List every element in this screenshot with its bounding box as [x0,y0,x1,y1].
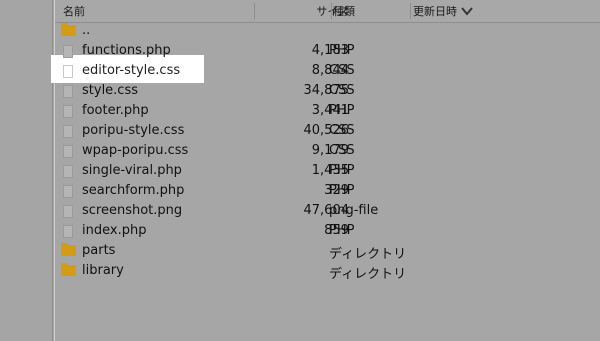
file-name: functions.php [82,43,171,58]
file-type: png-file [329,203,379,218]
list-item[interactable]: screenshot.png 47,604 png-file [55,202,600,222]
list-item[interactable]: index.php 859 PHP [55,222,600,242]
file-name: parts [82,243,116,258]
file-type: PHP [329,43,355,58]
folder-icon [61,243,76,256]
list-item[interactable]: functions.php 4,183 PHP [55,42,600,62]
chevron-down-icon[interactable] [460,4,474,18]
list-item-selected[interactable]: editor-style.css 8,844 CSS [55,62,600,82]
folder-icon [61,23,76,36]
list-item[interactable]: wpap-poripu.css 9,179 CSS [55,142,600,162]
file-type: CSS [329,143,355,158]
file-type: CSS [329,123,355,138]
list-item[interactable]: style.css 34,875 CSS [55,82,600,102]
file-name: style.css [82,83,138,98]
file-icon [63,45,73,58]
file-type: ディレクトリ [329,267,407,282]
list-item[interactable]: poripu-style.css 40,526 CSS [55,122,600,142]
file-name: searchform.php [82,183,185,198]
list-item[interactable]: library ディレクトリ [55,262,600,282]
file-name: single-viral.php [82,163,182,178]
file-name: .. [82,23,91,38]
list-item[interactable]: footer.php 3,441 PHP [55,102,600,122]
file-list-pane: 名前 サイズ 種類 更新日時 .. functions.php 4,183 PH… [51,0,600,341]
list-item[interactable]: single-viral.php 1,435 PHP [55,162,600,182]
file-name: footer.php [82,103,149,118]
file-name: library [82,263,124,278]
file-name: wpap-poripu.css [82,143,189,158]
column-header-date[interactable]: 更新日時 [413,0,457,22]
column-separator[interactable] [331,3,332,19]
file-type: PHP [329,163,355,178]
left-pane [0,0,53,341]
file-icon [63,85,73,98]
file-icon [63,125,73,138]
file-type: CSS [329,83,355,98]
file-type: PHP [329,223,355,238]
file-name: screenshot.png [82,203,183,218]
column-header: 名前 サイズ 種類 更新日時 [55,0,600,23]
list-item-parent[interactable]: .. [55,22,600,42]
file-type: PHP [329,183,355,198]
file-icon [63,105,73,118]
list-item[interactable]: searchform.php 329 PHP [55,182,600,202]
file-icon [63,145,73,158]
column-header-name[interactable]: 名前 [63,0,85,22]
file-type: CSS [329,63,355,78]
column-separator[interactable] [410,3,411,19]
list-item[interactable]: parts ディレクトリ [55,242,600,262]
file-type: PHP [329,103,355,118]
folder-icon [61,263,76,276]
file-name: poripu-style.css [82,123,185,138]
file-icon [63,65,73,78]
file-type: ディレクトリ [329,247,407,262]
file-name: index.php [82,223,147,238]
file-icon [63,165,73,178]
file-icon [63,185,73,198]
file-name: editor-style.css [82,63,181,78]
file-icon [63,225,73,238]
column-header-type[interactable]: 種類 [333,0,355,22]
file-icon [63,205,73,218]
